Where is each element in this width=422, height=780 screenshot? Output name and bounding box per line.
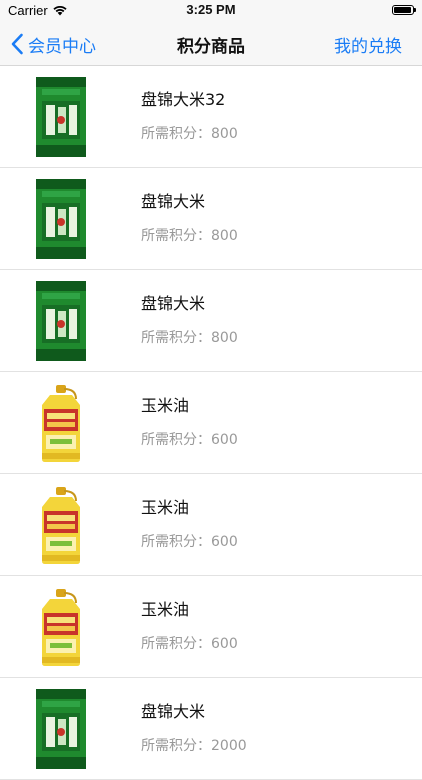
product-points: 所需积分：800	[141, 126, 238, 142]
product-points: 所需积分：800	[141, 330, 238, 346]
rice-bag-image	[36, 689, 86, 769]
list-item[interactable]: 盘锦大米 所需积分：800	[0, 168, 422, 270]
product-name: 盘锦大米	[141, 702, 206, 721]
list-item[interactable]: 玉米油 所需积分：600	[0, 576, 422, 678]
status-time: 3:25 PM	[186, 2, 236, 17]
list-item[interactable]: 盘锦大米 所需积分：2000	[0, 678, 422, 780]
rice-bag-image	[36, 179, 86, 259]
product-name: 盘锦大米	[141, 294, 206, 313]
list-item[interactable]: 盘锦大米 所需积分：800	[0, 270, 422, 372]
battery-icon	[392, 5, 416, 15]
status-bar: Carrier 3:25 PM	[0, 0, 422, 22]
oil-bottle-image	[42, 385, 80, 462]
product-points: 所需积分：800	[141, 228, 238, 244]
product-name: 玉米油	[141, 396, 190, 415]
my-exchange-button[interactable]: 我的兑换	[334, 32, 402, 57]
product-points: 所需积分：2000	[141, 738, 247, 754]
oil-bottle-image	[42, 589, 80, 666]
product-points: 所需积分：600	[141, 636, 238, 652]
oil-bottle-image	[42, 487, 80, 564]
navigation-bar: 会员中心 积分商品 我的兑换	[0, 22, 422, 66]
rice-bag-image	[36, 281, 86, 361]
product-list: 盘锦大米32 所需积分：800 盘锦大米 所需积分：800 盘锦大米 所需积分：…	[0, 66, 422, 780]
rice-bag-image	[36, 77, 86, 157]
product-name: 玉米油	[141, 498, 190, 517]
product-name: 盘锦大米	[141, 192, 206, 211]
product-name: 玉米油	[141, 600, 190, 619]
product-name: 盘锦大米32	[141, 90, 226, 109]
product-points: 所需积分：600	[141, 534, 238, 550]
product-points: 所需积分：600	[141, 432, 238, 448]
list-item[interactable]: 玉米油 所需积分：600	[0, 372, 422, 474]
list-item[interactable]: 玉米油 所需积分：600	[0, 474, 422, 576]
list-item[interactable]: 盘锦大米32 所需积分：800	[0, 66, 422, 168]
